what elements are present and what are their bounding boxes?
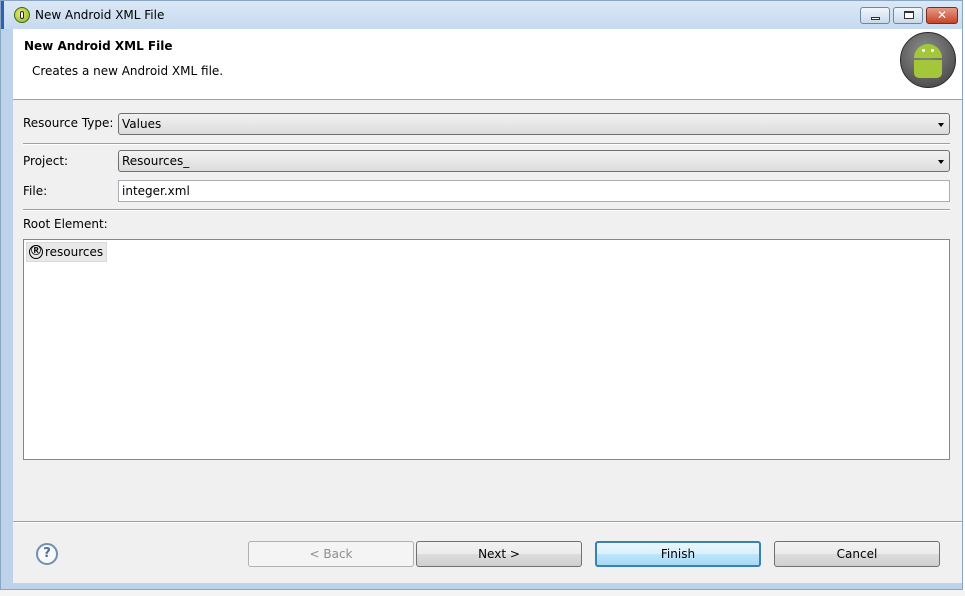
root-element-label: Root Element:	[23, 217, 108, 231]
desktop-edge	[1, 1, 4, 29]
project-label: Project:	[23, 154, 69, 168]
button-bar-separator	[13, 521, 962, 523]
file-name-input[interactable]: integer.xml	[118, 180, 950, 202]
wizard-header: New Android XML File Creates a new Andro…	[13, 29, 962, 100]
project-combo[interactable]: Resources_	[118, 150, 950, 172]
close-icon: ✕	[936, 8, 948, 22]
minimize-icon	[871, 17, 880, 20]
chevron-down-icon	[938, 123, 944, 127]
close-button[interactable]: ✕	[926, 7, 958, 24]
finish-button[interactable]: Finish	[595, 541, 761, 567]
android-robot-icon	[900, 32, 956, 88]
minimize-button[interactable]	[860, 7, 890, 24]
file-label: File:	[23, 184, 48, 198]
separator	[23, 143, 950, 145]
help-icon[interactable]: ?	[36, 543, 58, 565]
wizard-content: New Android XML File Creates a new Andro…	[13, 29, 962, 583]
file-name-value: integer.xml	[122, 184, 190, 198]
window-title: New Android XML File	[35, 8, 165, 22]
maximize-button[interactable]	[893, 7, 923, 24]
title-bar[interactable]: New Android XML File ✕	[1, 1, 962, 29]
resource-icon: Ⓡ	[29, 245, 43, 259]
eclipse-adt-icon	[14, 7, 30, 23]
background-window-strip	[0, 590, 965, 596]
wizard-window: New Android XML File ✕ New Android XML F…	[0, 0, 963, 590]
resource-type-label: Resource Type:	[23, 116, 114, 130]
separator	[23, 209, 950, 211]
project-value: Resources_	[122, 154, 190, 168]
list-item[interactable]: Ⓡ resources	[26, 242, 108, 262]
next-button[interactable]: Next >	[416, 541, 582, 567]
list-item-label: resources	[45, 245, 104, 259]
resource-type-value: Values	[122, 117, 162, 131]
chevron-down-icon	[938, 160, 944, 164]
wizard-description: Creates a new Android XML file.	[32, 64, 224, 78]
resource-type-combo[interactable]: Values	[118, 113, 950, 135]
cancel-button[interactable]: Cancel	[774, 541, 940, 567]
back-button[interactable]: < Back	[248, 541, 414, 567]
wizard-title: New Android XML File	[24, 39, 173, 53]
maximize-icon	[904, 11, 914, 19]
root-element-list[interactable]: Ⓡ resources	[23, 239, 950, 460]
